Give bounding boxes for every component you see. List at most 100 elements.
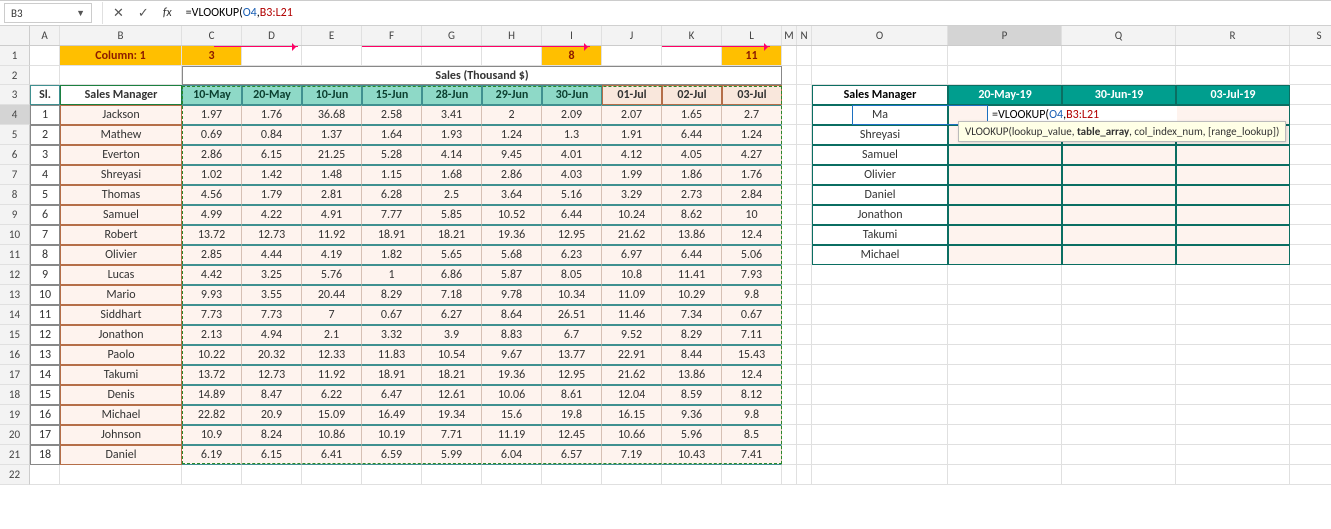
cell-value[interactable]: 15.43 [722,345,782,365]
cell-value[interactable]: 12.4 [722,225,782,245]
cell-mgr[interactable]: Mathew [60,125,182,145]
cell-value[interactable]: 4.19 [302,245,362,265]
cell-value[interactable]: 16.15 [602,405,662,425]
cell-value[interactable]: 3.55 [242,285,302,305]
cell-value[interactable]: 18.21 [422,365,482,385]
cell-value[interactable]: 20.9 [242,405,302,425]
cell-value[interactable]: 8.05 [542,265,602,285]
col-header[interactable]: I [542,26,602,45]
fx-icon[interactable]: fx [163,6,172,20]
cell[interactable]: 3 [182,46,242,66]
cell-sl[interactable]: 11 [30,305,60,325]
cell-value[interactable]: 9.45 [482,145,542,165]
cell[interactable] [1290,185,1331,205]
cell-mgr[interactable]: Paolo [60,345,182,365]
cell-value[interactable]: 2.58 [362,105,422,125]
cell-value[interactable]: 2.1 [302,325,362,345]
cell-value[interactable]: 3.25 [242,265,302,285]
cell[interactable] [1290,345,1331,365]
cell-value[interactable]: 0.69 [182,125,242,145]
cell-sl[interactable]: 17 [30,425,60,445]
cell[interactable] [948,305,1062,325]
cell-value[interactable]: 5.87 [482,265,542,285]
cell-value[interactable]: 2.09 [542,105,602,125]
cell-value[interactable]: 7.93 [722,265,782,285]
rcell[interactable] [1062,185,1176,205]
cell[interactable] [1290,165,1331,185]
cell-value[interactable]: 3.41 [422,105,482,125]
cell[interactable]: Column: 1 [60,46,182,66]
cell[interactable] [812,66,948,85]
cell-sl[interactable]: 8 [30,245,60,265]
cell-value[interactable]: 10.22 [182,345,242,365]
cell-value[interactable]: 2.84 [722,185,782,205]
cell-value[interactable]: 13.77 [542,345,602,365]
row-header[interactable]: 10 [0,225,30,245]
cell-value[interactable]: 1.91 [602,125,662,145]
cell[interactable] [1062,305,1176,325]
cell-sl[interactable]: 4 [30,165,60,185]
cell-value[interactable]: 3.64 [482,185,542,205]
cell[interactable] [302,465,362,485]
cell-value[interactable]: 8.62 [662,205,722,225]
cell[interactable] [812,325,948,345]
cell-mgr[interactable]: Michael [60,405,182,425]
cell[interactable] [1062,465,1176,485]
header-date[interactable]: 02-Jul [662,85,722,105]
cell-sl[interactable]: 9 [30,265,60,285]
cell-value[interactable]: 6.41 [302,445,362,465]
cell[interactable] [1176,385,1290,405]
cell-value[interactable]: 6.57 [542,445,602,465]
rheader-date[interactable]: 30-Jun-19 [1062,85,1176,105]
cell-value[interactable]: 5.85 [422,205,482,225]
cell[interactable] [797,245,812,265]
cell-value[interactable]: 1.86 [662,165,722,185]
cell-value[interactable]: 1.65 [662,105,722,125]
cell[interactable] [782,225,797,245]
cell[interactable] [948,66,1062,85]
cell[interactable] [1176,305,1290,325]
cell[interactable] [812,46,948,66]
cell-value[interactable]: 1.76 [722,165,782,185]
cell-value[interactable]: 13.72 [182,225,242,245]
cell[interactable] [948,445,1062,465]
cell-value[interactable]: 5.68 [482,245,542,265]
cell-value[interactable]: 13.86 [662,365,722,385]
cell-value[interactable]: 10.19 [362,425,422,445]
accept-icon[interactable]: ✓ [138,6,149,21]
col-header[interactable]: S [1290,26,1331,45]
cell-value[interactable]: 6.44 [662,245,722,265]
row-header[interactable]: 4 [0,105,30,125]
cell-value[interactable]: 6.15 [242,445,302,465]
rcell[interactable] [948,145,1062,165]
cell-mgr[interactable]: Jonathon [60,325,182,345]
cell-value[interactable]: 12.73 [242,225,302,245]
cell-value[interactable]: 7.11 [722,325,782,345]
cell-value[interactable]: 8.64 [482,305,542,325]
cell[interactable] [797,85,812,105]
col-header[interactable]: H [482,26,542,45]
rcell-mgr[interactable]: Jonathon [812,205,948,225]
rcell[interactable] [1176,225,1290,245]
rheader-date[interactable]: 03-Jul-19 [1176,85,1290,105]
header-date[interactable]: 10-May [182,85,242,105]
header-mgr[interactable]: Sales Manager [60,85,182,105]
cell[interactable] [797,425,812,445]
cell[interactable] [422,46,482,66]
cell[interactable] [948,365,1062,385]
cell[interactable] [30,66,60,85]
cell-value[interactable]: 9.67 [482,345,542,365]
cell-value[interactable]: 6.15 [242,145,302,165]
cell-value[interactable]: 0.67 [722,305,782,325]
cell-value[interactable]: 4.27 [722,145,782,165]
cell-mgr[interactable]: Thomas [60,185,182,205]
cell-value[interactable]: 12.4 [722,365,782,385]
cell-value[interactable]: 12.61 [422,385,482,405]
cell-value[interactable]: 11.46 [602,305,662,325]
cell[interactable] [782,205,797,225]
cell[interactable] [722,465,782,485]
cell[interactable] [782,365,797,385]
cell-mgr[interactable]: Takumi [60,365,182,385]
cell-value[interactable]: 2.86 [482,165,542,185]
cell-value[interactable]: 2.13 [182,325,242,345]
